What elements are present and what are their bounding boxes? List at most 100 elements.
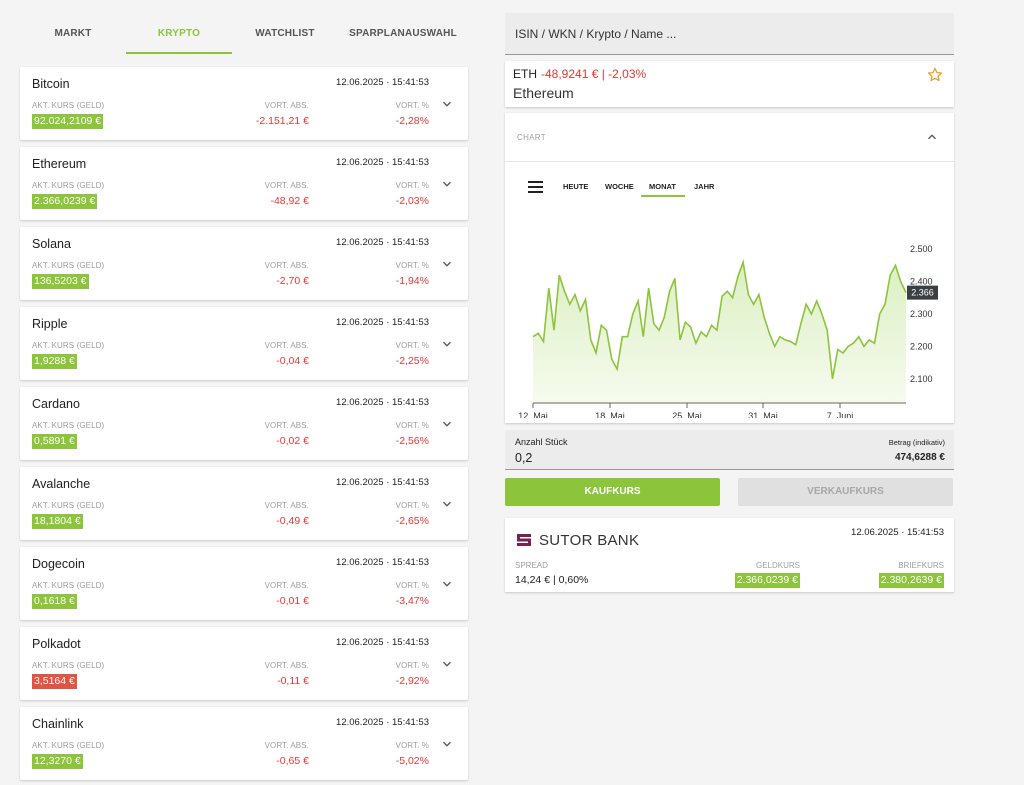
pct-change: -2,56% xyxy=(395,435,429,447)
ask-label: BRIEFKURS xyxy=(898,561,944,570)
crypto-card-cardano[interactable]: Cardano 12.06.2025 · 15:41:53 AKT. KURS (G… xyxy=(20,387,468,460)
range-jahr[interactable]: JAHR xyxy=(694,182,714,191)
chevron-down-icon[interactable] xyxy=(440,257,454,271)
crypto-card-avalanche[interactable]: Avalanche 12.06.2025 · 15:41:53 AKT. KURS … xyxy=(20,467,468,540)
pct-change: -2,92% xyxy=(395,675,429,687)
y-tick-label: 2.500 xyxy=(910,244,933,254)
crypto-name: Bitcoin xyxy=(32,77,70,91)
crypto-name: Avalanche xyxy=(32,477,91,491)
chevron-down-icon[interactable] xyxy=(440,337,454,351)
x-tick-label: 18. Mai xyxy=(595,411,625,418)
tab-watchlist[interactable]: WATCHLIST xyxy=(232,14,338,54)
price-label: AKT. KURS (GELD) xyxy=(32,501,105,510)
bank-logo: SUTOR BANK xyxy=(515,530,639,550)
current-price: 0,1618 € xyxy=(32,594,77,609)
price-label: AKT. KURS (GELD) xyxy=(32,421,105,430)
timestamp: 12.06.2025 · 15:41:53 xyxy=(336,637,429,648)
abs-change: -0,01 € xyxy=(276,595,309,607)
last-value-label: 2.366 xyxy=(911,288,934,298)
pct-change-label: VORT. % xyxy=(395,101,429,110)
crypto-card-dogecoin[interactable]: Dogecoin 12.06.2025 · 15:41:53 AKT. KURS (… xyxy=(20,547,468,620)
pct-change: -2,25% xyxy=(395,355,429,367)
chevron-down-icon[interactable] xyxy=(440,657,454,671)
abs-change-label: VORT. ABS. xyxy=(264,741,309,750)
divider xyxy=(505,161,954,162)
pct-change: -5,02% xyxy=(395,755,429,767)
abs-change-label: VORT. ABS. xyxy=(264,181,309,190)
tab-bar: MARKT KRYPTO WATCHLIST SPARPLANAUSWAHL xyxy=(20,14,468,54)
instrument-change: -48,9241 € | -2,03% xyxy=(541,67,647,81)
sell-button[interactable]: VERKAUFKURS xyxy=(738,478,953,506)
x-tick-label: 31. Mai xyxy=(748,411,778,418)
current-price: 12,3270 € xyxy=(32,754,83,769)
chevron-down-icon[interactable] xyxy=(440,97,454,111)
buy-button[interactable]: KAUFKURS xyxy=(505,478,720,506)
range-heute[interactable]: HEUTE xyxy=(563,182,588,191)
price-label: AKT. KURS (GELD) xyxy=(32,261,105,270)
bid-label: GELDKURS xyxy=(755,561,800,570)
chart-menu-icon[interactable] xyxy=(528,181,543,193)
tab-markt[interactable]: MARKT xyxy=(20,14,126,54)
pct-change-label: VORT. % xyxy=(395,261,429,270)
chevron-up-icon[interactable] xyxy=(925,130,939,144)
current-price: 92.024,2109 € xyxy=(32,114,104,129)
tab-krypto[interactable]: KRYPTO xyxy=(126,14,232,54)
search-input[interactable] xyxy=(505,13,954,54)
crypto-card-solana[interactable]: Solana 12.06.2025 · 15:41:53 AKT. KURS (GE… xyxy=(20,227,468,300)
range-woche[interactable]: WOCHE xyxy=(605,182,634,191)
abs-change-label: VORT. ABS. xyxy=(264,101,309,110)
crypto-card-polkadot[interactable]: Polkadot 12.06.2025 · 15:41:53 AKT. KURS (… xyxy=(20,627,468,700)
timestamp: 12.06.2025 · 15:41:53 xyxy=(336,77,429,88)
abs-change-label: VORT. ABS. xyxy=(264,501,309,510)
y-tick-label: 2.300 xyxy=(910,309,933,319)
chevron-down-icon[interactable] xyxy=(440,497,454,511)
price-chart[interactable]: 12. Mai 18. Mai 25. Mai 31. Mai 7. Juni 2.500… xyxy=(505,223,954,418)
chevron-down-icon[interactable] xyxy=(440,737,454,751)
abs-change-label: VORT. ABS. xyxy=(264,341,309,350)
amount-value: 474,6288 € xyxy=(894,452,945,463)
price-label: AKT. KURS (GELD) xyxy=(32,101,105,110)
chevron-down-icon[interactable] xyxy=(440,417,454,431)
pct-change-label: VORT. % xyxy=(395,421,429,430)
instrument-header: ETH -48,9241 € | -2,03% Ethereum xyxy=(505,61,954,107)
timestamp: 12.06.2025 · 15:41:53 xyxy=(336,397,429,408)
crypto-card-chainlink[interactable]: Chainlink 12.06.2025 · 15:41:53 AKT. KURS … xyxy=(20,707,468,780)
abs-change: -0,65 € xyxy=(276,755,309,767)
crypto-name: Cardano xyxy=(32,397,80,411)
search-field[interactable] xyxy=(505,13,954,55)
abs-change-label: VORT. ABS. xyxy=(264,581,309,590)
instrument-symbol: ETH xyxy=(513,67,537,81)
crypto-name: Solana xyxy=(32,237,71,251)
pct-change-label: VORT. % xyxy=(395,661,429,670)
range-monat[interactable]: MONAT xyxy=(649,182,676,191)
y-tick-label: 2.100 xyxy=(910,374,933,384)
y-tick-label: 2.200 xyxy=(910,341,933,351)
bank-name: SUTOR BANK xyxy=(539,531,640,549)
chart-area xyxy=(533,262,906,403)
pct-change: -1,94% xyxy=(395,275,429,287)
price-label: AKT. KURS (GELD) xyxy=(32,661,105,670)
abs-change: -2,70 € xyxy=(276,275,309,287)
star-icon[interactable] xyxy=(926,66,944,84)
crypto-card-ethereum[interactable]: Ethereum 12.06.2025 · 15:41:53 AKT. KURS (… xyxy=(20,147,468,220)
tab-sparplanauswahl[interactable]: SPARPLANAUSWAHL xyxy=(338,14,468,54)
timestamp: 12.06.2025 · 15:41:53 xyxy=(336,237,429,248)
quantity-field[interactable]: Anzahl Stück 0,2 Betrag (indikativ) 474,… xyxy=(505,430,954,470)
crypto-card-bitcoin[interactable]: Bitcoin 12.06.2025 · 15:41:53 AKT. KURS (G… xyxy=(20,67,468,140)
price-label: AKT. KURS (GELD) xyxy=(32,181,105,190)
chevron-down-icon[interactable] xyxy=(440,577,454,591)
crypto-name: Chainlink xyxy=(32,717,84,731)
amount-label: Betrag (indikativ) xyxy=(888,438,945,447)
pct-change-label: VORT. % xyxy=(395,581,429,590)
pct-change-label: VORT. % xyxy=(395,741,429,750)
quantity-value[interactable]: 0,2 xyxy=(515,451,532,465)
ask-value: 2.380,2639 € xyxy=(878,573,944,588)
pct-change-label: VORT. % xyxy=(395,501,429,510)
x-tick-label: 7. Juni xyxy=(827,411,854,418)
timestamp: 12.06.2025 · 15:41:53 xyxy=(336,557,429,568)
y-tick-label: 2.400 xyxy=(910,277,933,287)
sutor-logo-icon xyxy=(517,534,531,546)
chevron-down-icon[interactable] xyxy=(440,177,454,191)
pct-change: -2,03% xyxy=(395,195,429,207)
crypto-card-ripple[interactable]: Ripple 12.06.2025 · 15:41:53 AKT. KURS (GE… xyxy=(20,307,468,380)
